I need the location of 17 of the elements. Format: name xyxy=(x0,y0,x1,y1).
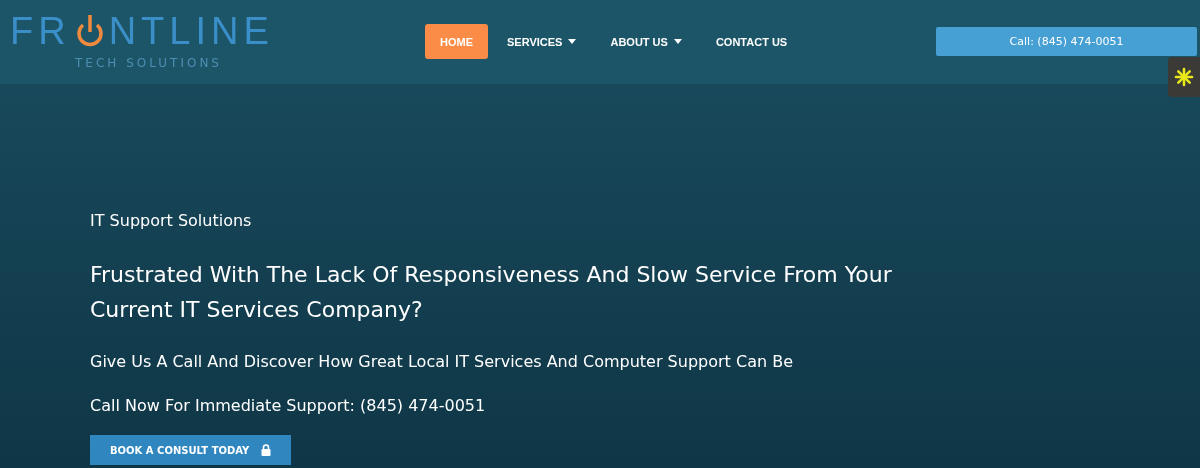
hero-eyebrow: IT Support Solutions xyxy=(90,211,253,230)
hero-call-text: Call Now For Immediate Support: (845) 474-0051 xyxy=(90,396,487,415)
book-consult-button[interactable]: BOOK A CONSULT TODAY xyxy=(90,435,292,465)
nav-link[interactable]: CONTACT US xyxy=(700,24,803,59)
widget-button[interactable] xyxy=(1168,57,1200,97)
logo-text: FR xyxy=(10,12,71,50)
hero-headline: Frustrated With The Lack Of Responsiveness And Slow Service From Your Current IT Services Company? xyxy=(90,261,893,324)
nav-link[interactable]: SERVICES xyxy=(492,24,592,59)
caret-icon xyxy=(568,39,577,44)
lock-icon xyxy=(261,444,272,456)
caret-icon xyxy=(673,39,682,44)
logo-text: NTLINE xyxy=(108,12,274,50)
logo-tagline: TECH SOLUTIONS xyxy=(75,56,223,70)
asterisk-icon xyxy=(1174,67,1194,87)
power-icon xyxy=(74,13,105,49)
nav-link[interactable]: ABOUT US xyxy=(595,24,697,59)
hero-subheading: Give Us A Call And Discover How Great Local IT Services And Computer Support Can Be xyxy=(90,352,794,371)
